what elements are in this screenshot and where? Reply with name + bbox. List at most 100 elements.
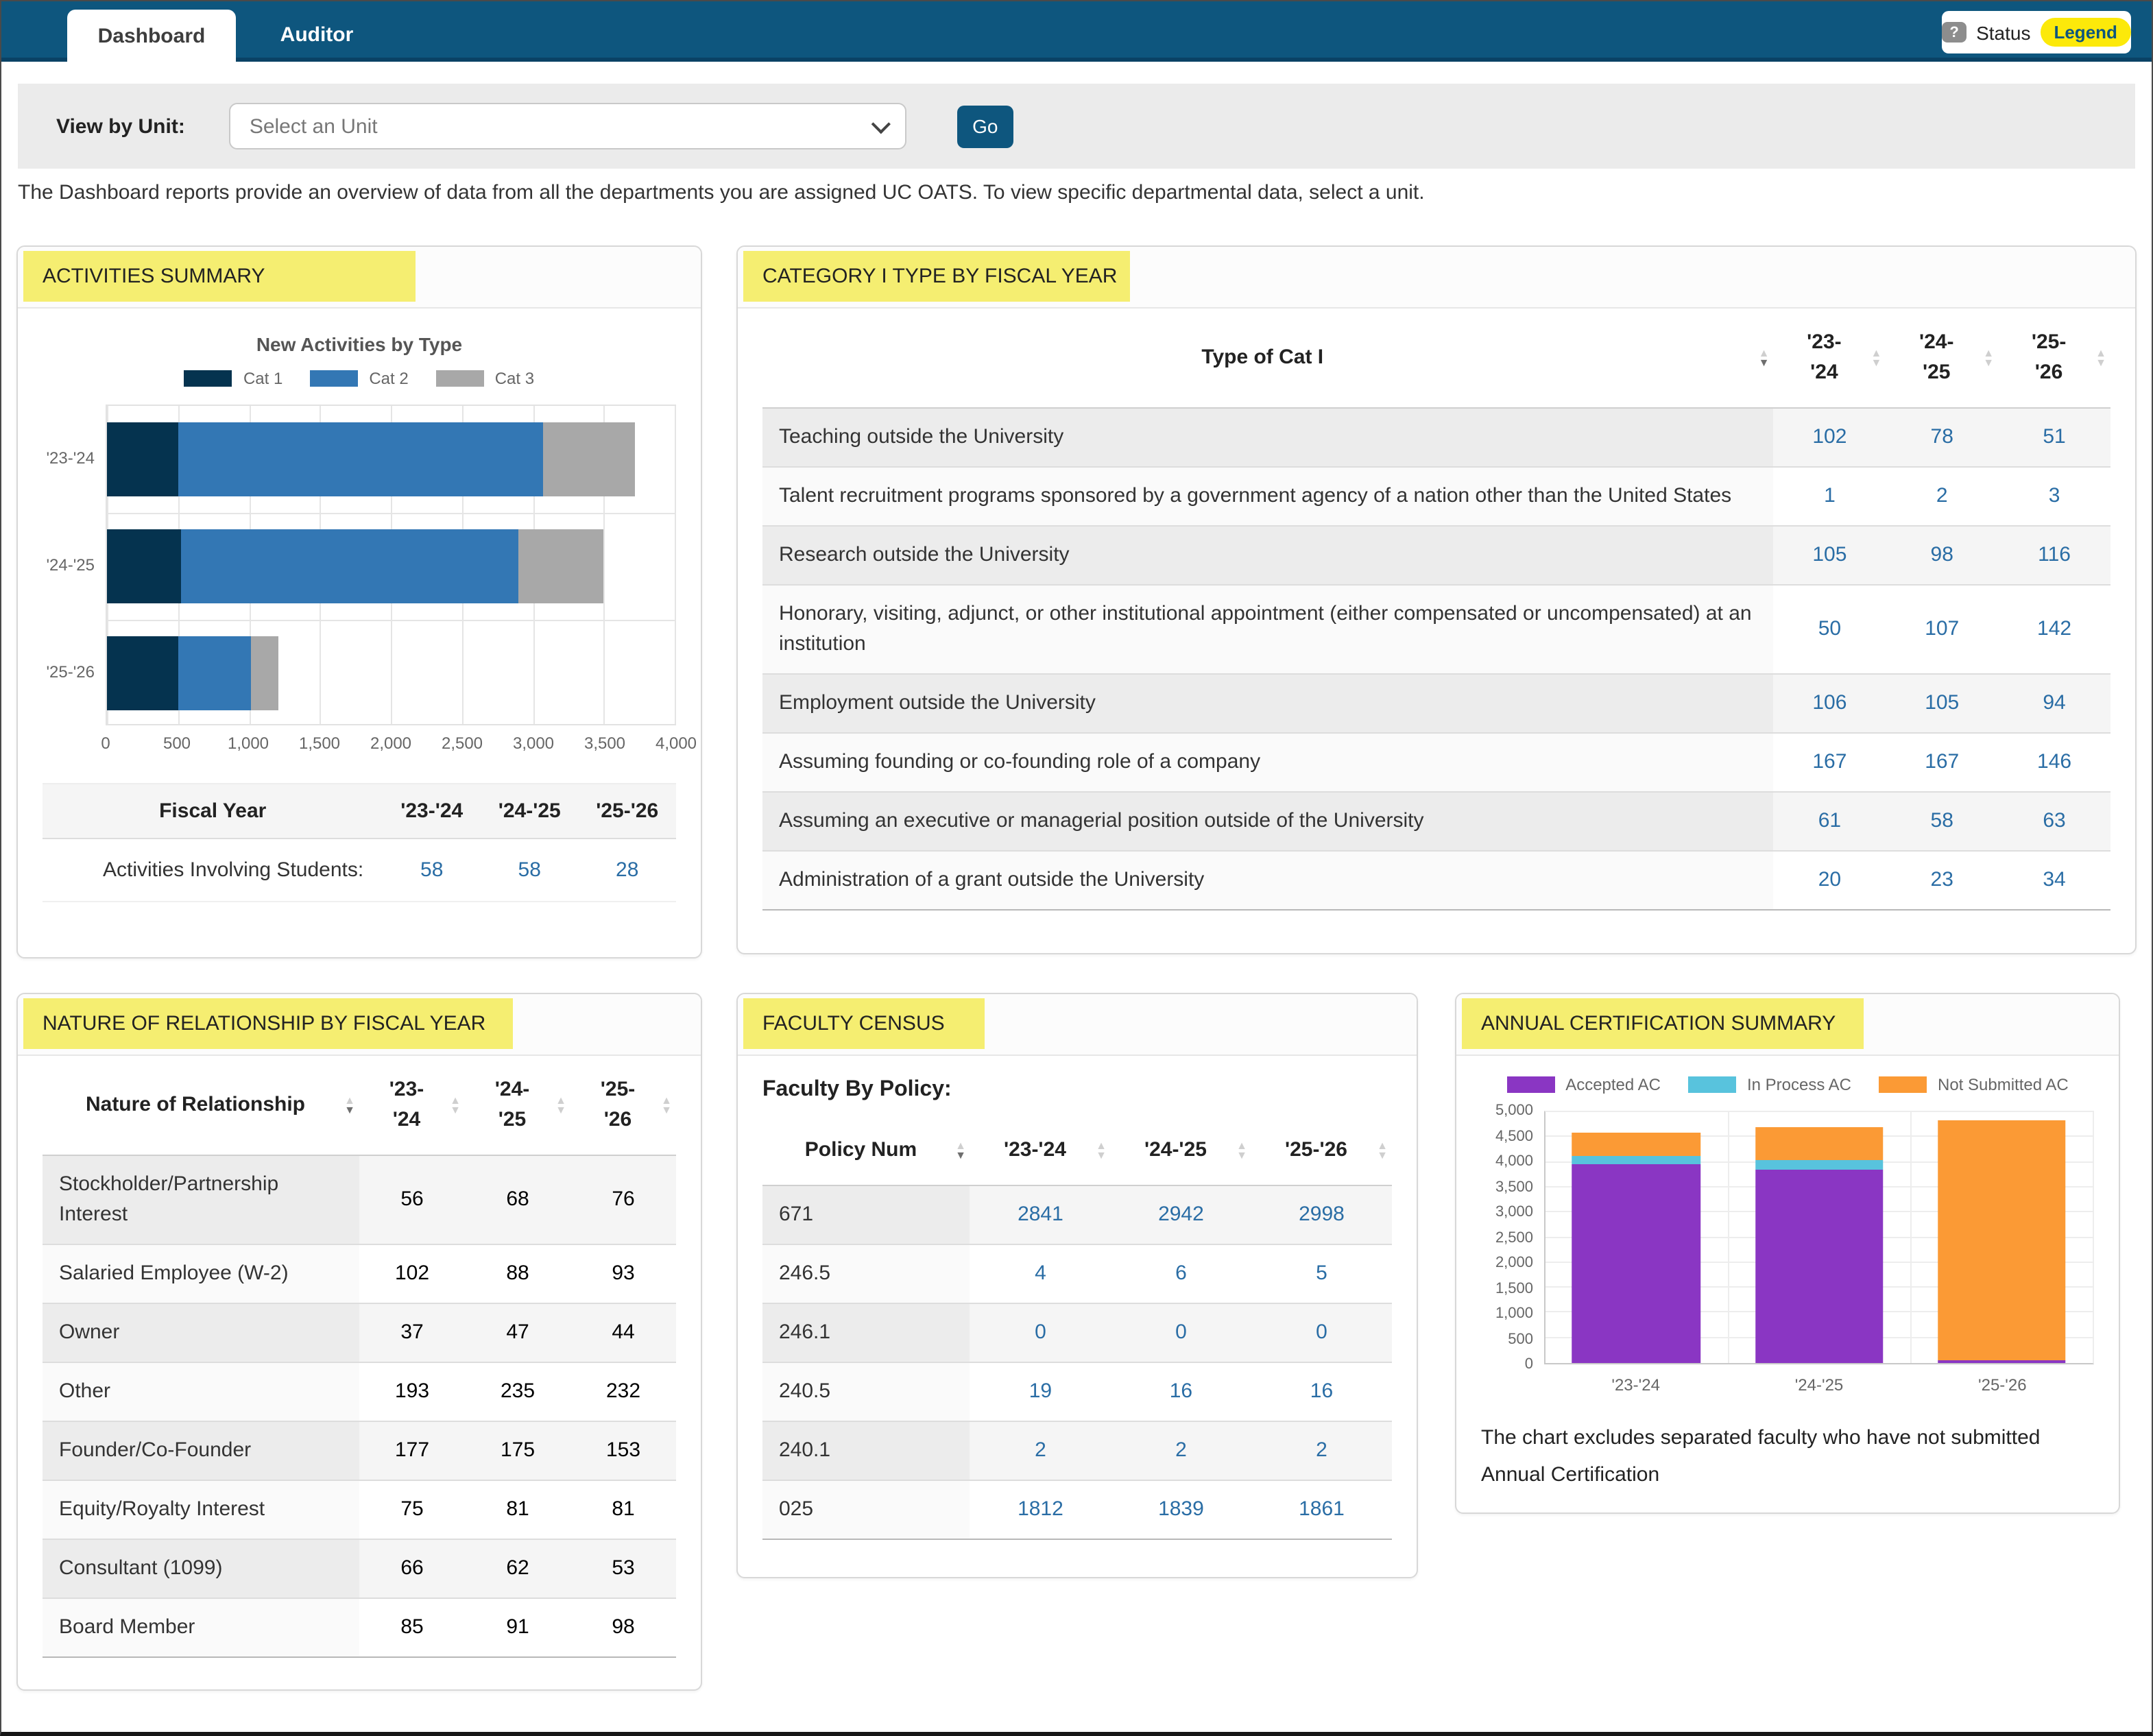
value-cell[interactable]: 34	[1998, 851, 2110, 910]
value-cell[interactable]: 1861	[1251, 1480, 1392, 1539]
value-cell[interactable]: 51	[1998, 408, 2110, 467]
value-cell[interactable]: 2841	[970, 1185, 1111, 1244]
column-header-year[interactable]: '23-'24▲▼	[970, 1116, 1111, 1185]
value-cell[interactable]: 2	[1111, 1421, 1251, 1480]
bar-segment	[1755, 1170, 1884, 1363]
value-cell[interactable]: 3	[1998, 467, 2110, 526]
value-cell[interactable]: 94	[1998, 674, 2110, 733]
value-cell[interactable]: 16	[1111, 1362, 1251, 1421]
column-header-year[interactable]: '25-'26▲▼	[1251, 1116, 1392, 1185]
table-body: Stockholder/Partnership Interest566876Sa…	[43, 1155, 676, 1657]
column-header-year[interactable]: '25- '26▲▼	[1998, 309, 2110, 408]
gridline	[1545, 1111, 2093, 1112]
value-cell[interactable]: 16	[1251, 1362, 1392, 1421]
sort-icon: ▲▼	[2095, 348, 2106, 367]
value-cell[interactable]: 106	[1774, 674, 1886, 733]
row-label-cell: 246.5	[762, 1244, 970, 1303]
value-cell[interactable]: 0	[1111, 1303, 1251, 1362]
value-cell[interactable]: 2998	[1251, 1185, 1392, 1244]
sort-icon: ▲▼	[1983, 348, 1994, 367]
column-header-label-col[interactable]: Type of Cat I▲▼	[762, 309, 1774, 408]
column-header-year[interactable]: '24- '25▲▼	[1886, 309, 1998, 408]
column-header-year[interactable]: '24-'25▲▼	[1111, 1116, 1251, 1185]
y-axis-tick-label: 2,500	[1495, 1229, 1533, 1246]
value-cell[interactable]: 63	[1998, 792, 2110, 851]
column-header-label-col[interactable]: Policy Num▲▼	[762, 1116, 970, 1185]
value-cell[interactable]: 58	[481, 839, 579, 902]
value-cell[interactable]: 23	[1886, 851, 1998, 910]
value-cell[interactable]: 0	[970, 1303, 1111, 1362]
legend-label: Not Submitted AC	[1938, 1075, 2069, 1094]
value-cell[interactable]: 98	[1886, 526, 1998, 585]
column-header-year[interactable]: '25- '26▲▼	[570, 1056, 676, 1155]
column-header-label-col[interactable]: Nature of Relationship▲▼	[43, 1056, 359, 1155]
status-legend-button[interactable]: ? Status Legend	[1942, 11, 2131, 53]
value-cell[interactable]: 142	[1998, 585, 2110, 674]
value-cell[interactable]: 167	[1886, 733, 1998, 792]
value-cell[interactable]: 19	[970, 1362, 1111, 1421]
value-cell[interactable]: 2942	[1111, 1185, 1251, 1244]
y-axis-tick-label: 1,000	[1495, 1305, 1533, 1322]
value-cell[interactable]: 2	[1251, 1421, 1392, 1480]
value-cell[interactable]: 78	[1886, 408, 1998, 467]
column-header-year[interactable]: '23- '24▲▼	[359, 1056, 465, 1155]
legend-item[interactable]: Cat 3	[436, 369, 534, 388]
value-cell[interactable]: 167	[1774, 733, 1886, 792]
table-header-row: Nature of Relationship▲▼'23- '24▲▼'24- '…	[43, 1056, 676, 1155]
value-cell[interactable]: 50	[1774, 585, 1886, 674]
value-cell: 75	[359, 1480, 465, 1539]
column-header: Fiscal Year	[43, 784, 383, 839]
data-table: Policy Num▲▼'23-'24▲▼'24-'25▲▼'25-'26▲▼6…	[762, 1116, 1392, 1540]
tab-dashboard[interactable]: Dashboard	[67, 10, 236, 63]
column-header-text: '24-'25	[1144, 1138, 1207, 1161]
value-cell[interactable]: 58	[1886, 792, 1998, 851]
bar-segment	[1572, 1165, 1701, 1363]
column-header-year[interactable]: '23- '24▲▼	[1774, 309, 1886, 408]
row-label-cell: Talent recruitment programs sponsored by…	[762, 467, 1774, 526]
bar-segment	[250, 636, 278, 710]
legend-item[interactable]: Not Submitted AC	[1879, 1075, 2069, 1094]
value-cell[interactable]: 116	[1998, 526, 2110, 585]
column-header-year[interactable]: '24- '25▲▼	[465, 1056, 570, 1155]
value-cell[interactable]: 2	[970, 1421, 1111, 1480]
tab-auditor[interactable]: Auditor	[236, 10, 398, 59]
value-cell: 85	[359, 1598, 465, 1657]
table-head: Nature of Relationship▲▼'23- '24▲▼'24- '…	[43, 1056, 676, 1155]
value-cell[interactable]: 0	[1251, 1303, 1392, 1362]
value-cell: 235	[465, 1362, 570, 1421]
value-cell[interactable]: 146	[1998, 733, 2110, 792]
value-cell[interactable]: 28	[578, 839, 676, 902]
value-cell[interactable]: 58	[383, 839, 481, 902]
value-cell[interactable]: 102	[1774, 408, 1886, 467]
chart-plot-area: 05001,0001,5002,0002,5003,0003,5004,0004…	[1481, 1111, 2094, 1364]
x-axis-labels: '23-'24'24-'25'25-'26	[1544, 1375, 2094, 1400]
row-label-cell: Teaching outside the University	[762, 408, 1774, 467]
legend-item[interactable]: Cat 2	[310, 369, 408, 388]
legend-item[interactable]: Cat 1	[184, 369, 282, 388]
value-cell[interactable]: 105	[1774, 526, 1886, 585]
y-axis-tick-label: '23-'24	[43, 405, 106, 511]
legend-item[interactable]: In Process AC	[1688, 1075, 1851, 1094]
value-cell[interactable]: 107	[1886, 585, 1998, 674]
bar-segment	[1937, 1360, 2066, 1363]
table-row: Board Member859198	[43, 1598, 676, 1657]
value-cell[interactable]: 1	[1774, 467, 1886, 526]
legend-item[interactable]: Accepted AC	[1506, 1075, 1661, 1094]
value-cell: 88	[465, 1244, 570, 1303]
value-cell: 232	[570, 1362, 676, 1421]
value-cell[interactable]: 1812	[970, 1480, 1111, 1539]
value-cell[interactable]: 1839	[1111, 1480, 1251, 1539]
value-cell[interactable]: 2	[1886, 467, 1998, 526]
value-cell[interactable]: 61	[1774, 792, 1886, 851]
legend-swatch-icon	[1879, 1076, 1927, 1093]
value-cell[interactable]: 6	[1111, 1244, 1251, 1303]
annual-chart-note: The chart excludes separated faculty who…	[1481, 1419, 2094, 1493]
unit-select[interactable]: Select an Unit	[229, 103, 906, 149]
value-cell[interactable]: 5	[1251, 1244, 1392, 1303]
value-cell[interactable]: 4	[970, 1244, 1111, 1303]
go-button[interactable]: Go	[957, 105, 1013, 147]
value-cell[interactable]: 20	[1774, 851, 1886, 910]
value-cell[interactable]: 105	[1886, 674, 1998, 733]
faculty-policy-table: Policy Num▲▼'23-'24▲▼'24-'25▲▼'25-'26▲▼6…	[762, 1116, 1392, 1540]
x-axis-tick-label: 2,000	[370, 734, 411, 753]
